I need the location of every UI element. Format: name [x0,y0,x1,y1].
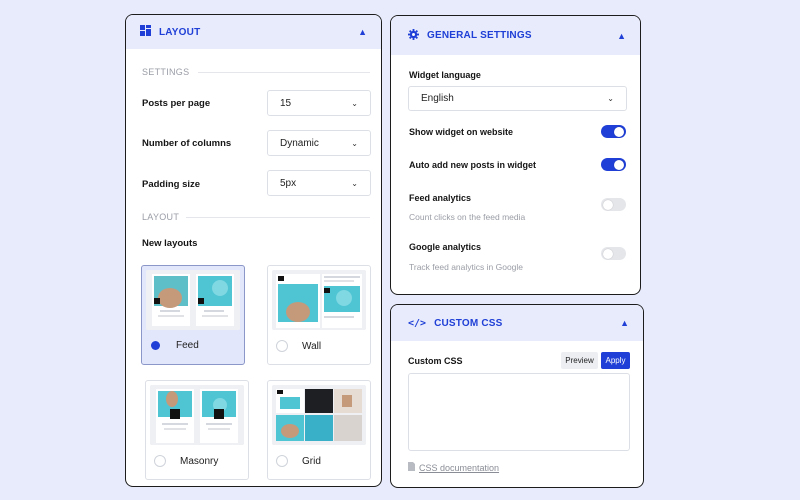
number-of-columns-select[interactable]: Dynamic ⌄ [267,130,371,156]
document-icon [408,462,415,473]
chevron-down-icon: ⌄ [351,138,358,148]
custom-css-textarea[interactable] [408,373,630,451]
feed-label: Feed [176,340,199,351]
custom-css-panel: </> CUSTOM CSS ▲ Custom CSS Preview Appl… [390,304,644,488]
masonry-layout-thumbnail [150,385,244,445]
grid-radio[interactable] [276,455,288,467]
chevron-up-icon[interactable]: ▲ [617,31,626,41]
layout-option-masonry[interactable]: Masonry [145,380,249,480]
general-settings-title: GENERAL SETTINGS [427,30,532,41]
feed-analytics-label: Feed analytics [409,193,472,203]
chevron-down-icon: ⌄ [351,98,358,108]
widget-language-select[interactable]: English ⌄ [408,86,627,111]
grid-label: Grid [302,455,321,467]
posts-per-page-select[interactable]: 15 ⌄ [267,90,371,116]
posts-per-page-value: 15 [280,97,292,109]
layout-option-wall[interactable]: Wall [267,265,371,365]
feed-layout-thumbnail [146,270,240,330]
divider [186,217,370,218]
auto-add-posts-label: Auto add new posts in widget [409,160,536,170]
padding-size-value: 5px [280,177,297,189]
grid-layout-thumbnail [272,385,366,445]
wall-label: Wall [302,340,322,352]
preview-button[interactable]: Preview [561,352,598,369]
wall-layout-thumbnail [272,270,366,330]
chevron-down-icon: ⌄ [607,94,614,103]
custom-css-label: Custom CSS [408,356,463,366]
layout-option-feed[interactable]: Feed [141,265,245,365]
chevron-down-icon: ⌄ [351,178,358,188]
divider [198,72,370,73]
layout-panel-title: LAYOUT [159,26,201,38]
masonry-radio[interactable] [154,455,166,467]
new-layouts-label: New layouts [142,238,198,249]
padding-size-select[interactable]: 5px ⌄ [267,170,371,196]
custom-css-title: CUSTOM CSS [434,317,503,329]
masonry-label: Masonry [180,455,219,467]
code-icon: </> [408,317,427,329]
chevron-up-icon[interactable]: ▲ [620,318,629,328]
custom-css-header[interactable]: </> CUSTOM CSS ▲ [391,305,643,341]
feed-radio[interactable] [151,341,160,350]
feed-analytics-toggle[interactable] [601,198,626,211]
chevron-up-icon[interactable]: ▲ [358,27,367,37]
number-of-columns-label: Number of columns [142,138,232,149]
gear-icon [408,27,419,45]
show-widget-toggle[interactable] [601,125,626,138]
css-documentation-text: CSS documentation [419,462,500,473]
layout-panel: LAYOUT ▲ SETTINGS Posts per page 15 ⌄ Nu… [125,14,382,487]
number-of-columns-value: Dynamic [280,137,319,149]
auto-add-posts-toggle[interactable] [601,158,626,171]
layout-section-label: LAYOUT [142,212,180,222]
wall-radio[interactable] [276,340,288,352]
google-analytics-subtitle: Track feed analytics in Google [409,262,524,272]
google-analytics-toggle[interactable] [601,247,626,260]
layout-panel-header[interactable]: LAYOUT ▲ [126,15,381,49]
css-documentation-link[interactable]: CSS documentation [408,462,499,473]
settings-section-label: SETTINGS [142,67,190,77]
widget-language-value: English [421,93,454,104]
general-settings-header[interactable]: GENERAL SETTINGS ▲ [391,16,640,55]
show-widget-label: Show widget on website [409,127,514,137]
general-settings-panel: GENERAL SETTINGS ▲ Widget language Engli… [390,15,641,295]
apply-button[interactable]: Apply [601,352,630,369]
padding-size-label: Padding size [142,179,201,190]
posts-per-page-label: Posts per page [142,98,211,109]
layout-option-grid[interactable]: Grid [267,380,371,480]
widget-language-label: Widget language [409,70,481,80]
feed-analytics-subtitle: Count clicks on the feed media [409,212,526,222]
layout-grid-icon [140,23,151,41]
google-analytics-label: Google analytics [409,242,482,252]
